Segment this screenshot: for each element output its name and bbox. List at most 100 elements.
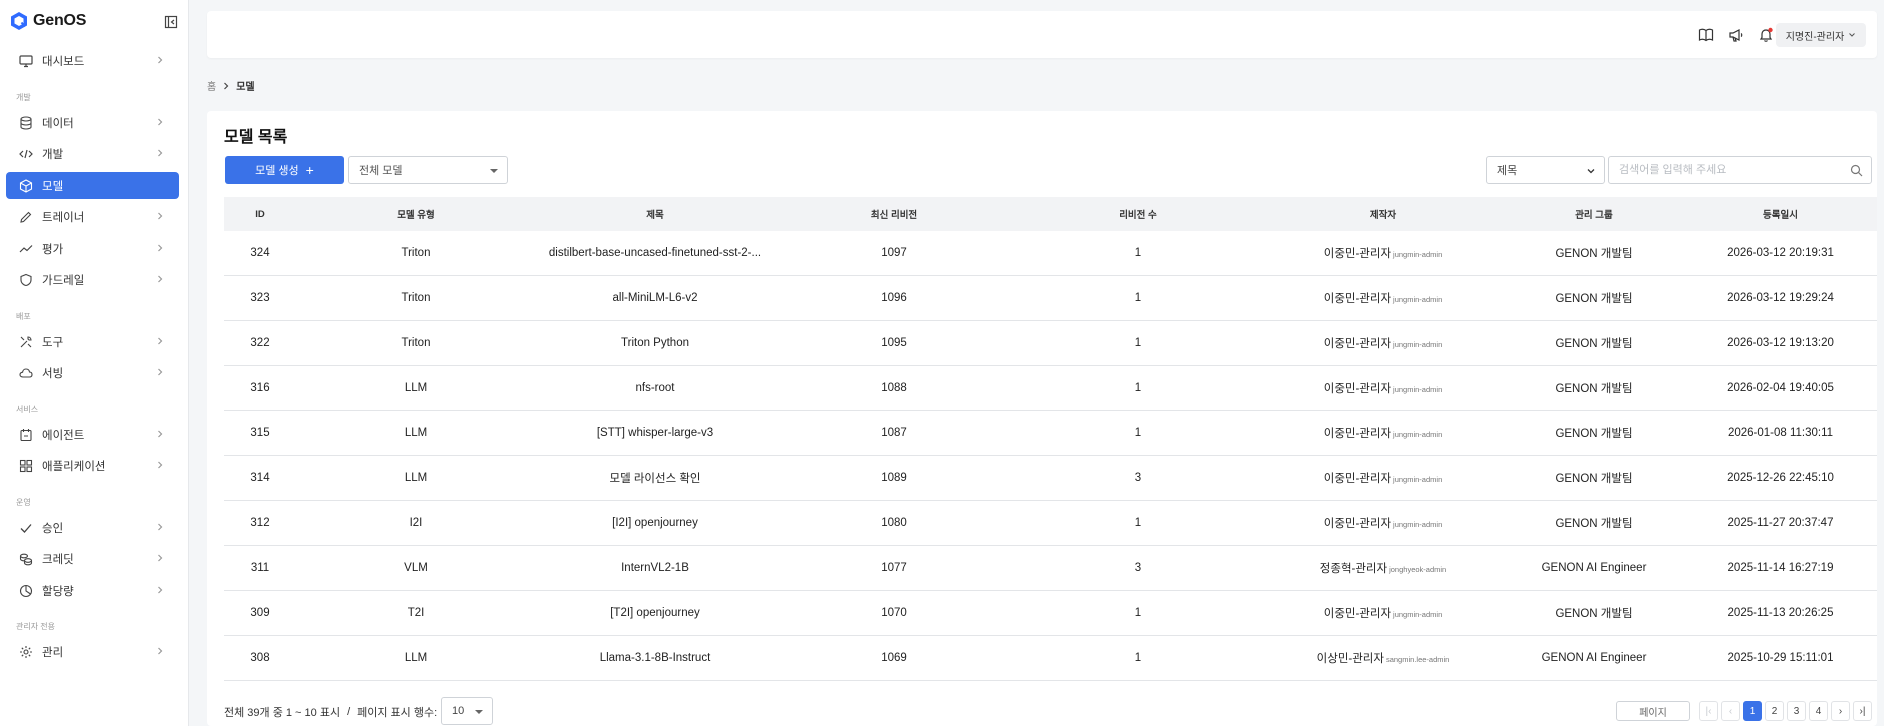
- chevron-right-icon: [158, 337, 163, 345]
- rows-per-page-select[interactable]: 10: [441, 697, 493, 725]
- cell-revision-count: 1: [1134, 382, 1142, 394]
- sidebar-item-dashboard[interactable]: 대시보드: [6, 47, 179, 74]
- table-row[interactable]: 322 Triton Triton Python 1095 1 이중민-관리자 jungmi…: [224, 321, 1877, 366]
- column-header-type[interactable]: 모델 유형: [296, 207, 536, 221]
- column-header-latest-revision[interactable]: 최신 리비전: [774, 207, 1014, 221]
- column-header-revision-count[interactable]: 리비전 수: [1014, 207, 1262, 221]
- search-field-select[interactable]: 제목: [1486, 156, 1605, 184]
- cell-title[interactable]: Triton Python: [536, 337, 774, 349]
- sidebar-item-approval[interactable]: 승인: [6, 514, 179, 541]
- next-page-button[interactable]: ›: [1831, 701, 1850, 721]
- sidebar-item-trainer[interactable]: 트레이너: [6, 203, 179, 230]
- column-header-creator[interactable]: 제작자: [1262, 207, 1504, 221]
- table-row[interactable]: 315 LLM [STT] whisper-large-v3 1087 1 이중민-관리자…: [224, 411, 1877, 456]
- section-label-dev: 개발: [16, 93, 31, 102]
- create-model-button[interactable]: 모델 생성 +: [225, 156, 344, 184]
- brand[interactable]: GenOS: [10, 11, 86, 31]
- cell-created-at: 2025-11-14 16:27:19: [1727, 562, 1834, 574]
- table-row[interactable]: 309 T2I [T2I] openjourney 1070 1 이중민-관리자 jungm…: [224, 591, 1877, 636]
- cell-title[interactable]: nfs-root: [536, 382, 774, 394]
- sidebar-item-guardrail[interactable]: 가드레일: [6, 266, 179, 293]
- cell-created-at: 2026-02-04 19:40:05: [1727, 382, 1834, 394]
- cell-type: LLM: [404, 382, 428, 394]
- sidebar-item-manage[interactable]: 관리: [6, 638, 179, 665]
- cell-title[interactable]: [I2I] openjourney: [536, 517, 774, 529]
- page-button-4[interactable]: 4: [1809, 701, 1828, 721]
- table-row[interactable]: 308 LLM Llama-3.1-8B-Instruct 1069 1 이상민-관리자 s…: [224, 636, 1877, 681]
- page-title: 모델 목록: [224, 129, 288, 146]
- creator-id: jungmin-admin: [1393, 340, 1443, 349]
- cell-created-at: 2025-10-29 15:11:01: [1727, 652, 1834, 664]
- database-icon: [18, 115, 33, 130]
- cube-icon: [18, 178, 33, 193]
- sidebar-item-agent[interactable]: 에이전트: [6, 421, 179, 448]
- creator-id: jungmin-admin: [1393, 610, 1443, 619]
- table-row[interactable]: 314 LLM 모델 라이선스 확인 1089 3 이중민-관리자 jungmin-admi…: [224, 456, 1877, 501]
- column-header-id[interactable]: ID: [224, 209, 296, 220]
- sidebar-item-credit[interactable]: 크레딧: [6, 545, 179, 572]
- table-row[interactable]: 323 Triton all-MiniLM-L6-v2 1096 1 이중민-관리자 jun…: [224, 276, 1877, 321]
- sidebar-item-model[interactable]: 모델: [6, 172, 179, 199]
- cell-type: LLM: [404, 427, 428, 439]
- sidebar-item-quota[interactable]: 할당량: [6, 577, 179, 604]
- cell-title[interactable]: distilbert-base-uncased-finetuned-sst-2-…: [536, 247, 774, 259]
- table-row[interactable]: 316 LLM nfs-root 1088 1 이중민-관리자 jungmin-admin G…: [224, 366, 1877, 411]
- cell-title[interactable]: [STT] whisper-large-v3: [536, 427, 774, 439]
- total-count-text: 전체 39개 중 1 ~ 10 표시: [224, 707, 341, 719]
- cell-revision-count: 1: [1134, 337, 1142, 349]
- sidebar-item-application[interactable]: 애플리케이션: [6, 452, 179, 479]
- sidebar-item-data[interactable]: 데이터: [6, 109, 179, 136]
- sidebar-item-tools[interactable]: 도구: [6, 328, 179, 355]
- book-icon[interactable]: [1698, 27, 1714, 43]
- page-jump-input[interactable]: 페이지: [1616, 701, 1690, 721]
- column-header-title[interactable]: 제목: [536, 207, 774, 221]
- model-filter-select[interactable]: 전체 모델: [348, 156, 508, 184]
- table-row[interactable]: 324 Triton distilbert-base-uncased-finetun…: [224, 231, 1877, 276]
- sidebar-item-label: 관리: [42, 646, 64, 659]
- cell-id: 312: [250, 517, 270, 529]
- search-input[interactable]: [1609, 157, 1839, 183]
- cell-title[interactable]: all-MiniLM-L6-v2: [536, 292, 774, 304]
- cell-type: Triton: [401, 337, 431, 349]
- megaphone-icon[interactable]: [1728, 27, 1744, 43]
- cell-group: GENON 개발팀: [1555, 293, 1633, 305]
- sidebar-item-evaluation[interactable]: 평가: [6, 235, 179, 262]
- last-page-button[interactable]: ›|: [1853, 701, 1872, 721]
- page-button-2[interactable]: 2: [1765, 701, 1784, 721]
- cell-type: LLM: [404, 472, 428, 484]
- page-button-3[interactable]: 3: [1787, 701, 1806, 721]
- first-page-button[interactable]: |‹: [1699, 701, 1718, 721]
- breadcrumb-current: 모델: [236, 82, 255, 93]
- search-icon[interactable]: [1850, 164, 1863, 177]
- sidebar-item-label: 평가: [42, 243, 64, 256]
- table-row[interactable]: 311 VLM InternVL2-1B 1077 3 정종혁-관리자 jonghyeok-…: [224, 546, 1877, 591]
- chevron-down-icon: [1849, 33, 1856, 37]
- caret-down-icon: [475, 710, 483, 714]
- creator-id: jungmin-admin: [1393, 475, 1443, 484]
- table-row[interactable]: 312 I2I [I2I] openjourney 1080 1 이중민-관리자 jungm…: [224, 501, 1877, 546]
- cell-group: GENON 개발팀: [1555, 518, 1633, 530]
- sidebar-item-serving[interactable]: 서빙: [6, 359, 179, 386]
- breadcrumb-home[interactable]: 홈: [207, 78, 216, 93]
- column-header-created-at[interactable]: 등록일시: [1684, 207, 1877, 221]
- creator-name: 이상민-관리자: [1316, 653, 1384, 665]
- prev-page-button[interactable]: ‹: [1721, 701, 1740, 721]
- bell-icon[interactable]: [1758, 27, 1774, 43]
- cell-title[interactable]: [T2I] openjourney: [536, 607, 774, 619]
- creator-name: 이중민-관리자: [1323, 383, 1392, 395]
- cell-title[interactable]: InternVL2-1B: [536, 562, 774, 574]
- page-button-1[interactable]: 1: [1743, 701, 1762, 721]
- cell-type: LLM: [404, 652, 428, 664]
- user-menu-button[interactable]: 지명진-관리자: [1776, 23, 1866, 47]
- table-body: 324 Triton distilbert-base-uncased-finetun…: [224, 231, 1877, 681]
- cell-id: 308: [250, 652, 270, 664]
- cell-latest-revision: 1080: [881, 517, 907, 529]
- collapse-sidebar-icon[interactable]: [164, 15, 178, 29]
- sidebar-item-develop[interactable]: 개발: [6, 140, 179, 167]
- cell-revision-count: 3: [1134, 562, 1142, 574]
- app-name: GenOS: [33, 12, 87, 29]
- column-header-group[interactable]: 관리 그룹: [1504, 207, 1684, 221]
- cell-title[interactable]: Llama-3.1-8B-Instruct: [536, 652, 774, 664]
- cell-title[interactable]: 모델 라이선스 확인: [536, 470, 774, 486]
- gear-icon: [18, 644, 33, 659]
